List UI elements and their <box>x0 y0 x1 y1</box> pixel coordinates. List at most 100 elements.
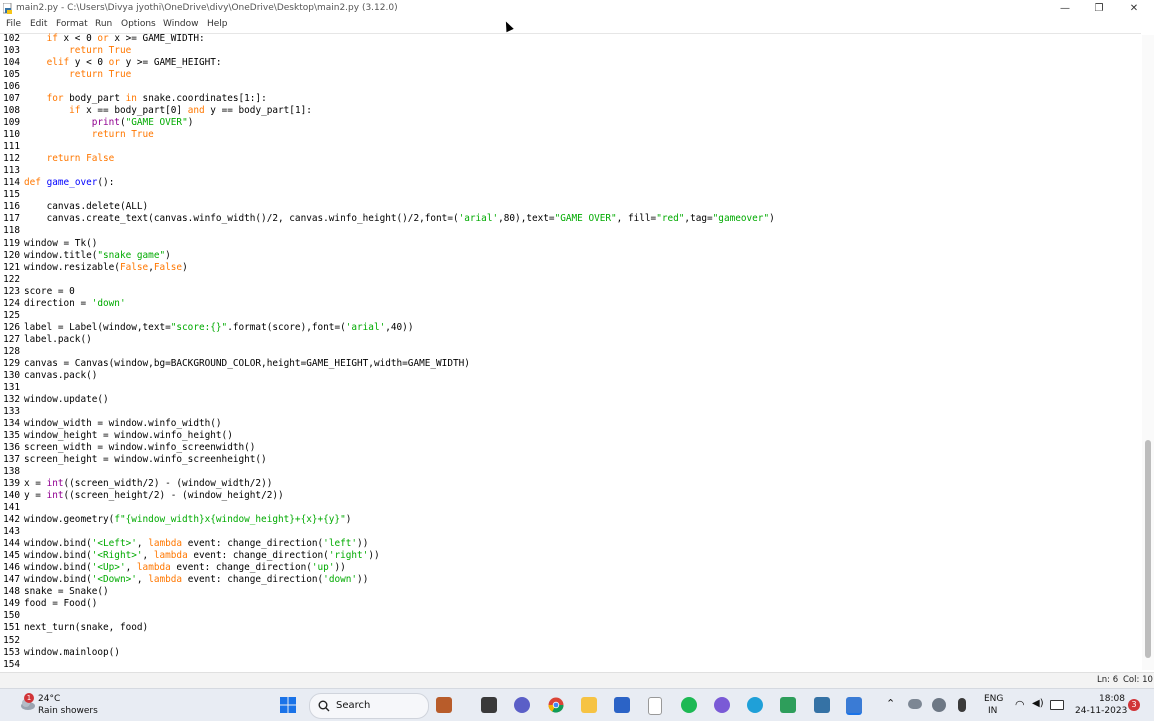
edge-icon[interactable] <box>747 697 763 713</box>
code-token: window.geometry( <box>24 514 115 526</box>
line-number: 145 <box>3 550 20 562</box>
code-token: return False <box>46 153 115 165</box>
language-code[interactable]: ENG <box>984 694 1003 704</box>
menu-options[interactable]: Options <box>121 19 156 29</box>
line-text: window_height = window.winfo_height() <box>24 430 233 442</box>
code-token: False <box>153 261 183 273</box>
code-token: canvas.delete(ALL) <box>24 201 149 213</box>
line-number: 112 <box>3 153 20 165</box>
line-text: window.mainloop() <box>24 647 120 659</box>
code-token: ) <box>345 514 352 526</box>
line-text: y = int((screen_height/2) - (window_heig… <box>24 490 284 502</box>
code-token: window.resizable( <box>24 261 120 273</box>
line-text: return True <box>24 129 154 141</box>
line-number: 153 <box>3 646 20 658</box>
clock-date[interactable]: 24-11-2023 <box>1075 706 1127 716</box>
wifi-icon[interactable]: ◠ <box>1015 698 1025 711</box>
weather-alert-badge: 1 <box>24 693 34 703</box>
play-store-icon[interactable] <box>780 697 796 713</box>
code-token: window.update() <box>24 393 109 405</box>
menu-help[interactable]: Help <box>207 19 228 29</box>
line-number: 130 <box>3 369 20 381</box>
windows-start-icon[interactable] <box>280 697 296 713</box>
code-token: window_width = window.winfo_width() <box>24 417 222 429</box>
code-token: direction = <box>24 297 92 309</box>
python-file-icon[interactable] <box>814 697 830 713</box>
line-text: for body_part in snake.coordinates[1:]: <box>24 93 267 105</box>
line-number: 144 <box>3 538 20 550</box>
onedrive-cloud-icon[interactable] <box>908 699 922 709</box>
code-token: "red" <box>656 213 685 225</box>
code-token: window.title( <box>24 249 98 261</box>
line-number: 116 <box>3 201 20 213</box>
code-token: snake.coordinates[1:]: <box>136 93 267 105</box>
code-token: x < 0 <box>57 33 98 44</box>
line-text: x = int((screen_width/2) - (window_width… <box>24 478 272 490</box>
weather-desc: Rain showers <box>38 706 98 716</box>
code-token: lambda <box>153 550 188 562</box>
document-icon[interactable] <box>648 697 662 715</box>
clock-time[interactable]: 18:08 <box>1099 694 1125 704</box>
python-idle-taskbar-icon[interactable] <box>846 697 862 715</box>
copilot-icon[interactable] <box>714 697 730 713</box>
menu-file[interactable]: File <box>6 19 21 29</box>
status-line: Ln: 6 <box>1097 675 1119 685</box>
code-token: "GAME OVER" <box>554 213 617 225</box>
chevron-up-icon[interactable]: ⌃ <box>886 697 895 710</box>
minimize-button[interactable]: — <box>1048 0 1082 17</box>
menu-format[interactable]: Format <box>56 19 88 29</box>
code-token: label = Label(window,text= <box>24 321 171 333</box>
microsoft-store-icon[interactable] <box>614 697 630 713</box>
code-token: (): <box>97 177 115 189</box>
teams-chat-icon[interactable] <box>514 697 530 713</box>
line-number: 119 <box>3 237 20 249</box>
code-token: int <box>46 490 64 502</box>
line-text: label.pack() <box>24 334 92 346</box>
weather-temp: 24°C <box>38 694 61 704</box>
line-number: 137 <box>3 454 20 466</box>
menu-window[interactable]: Window <box>163 19 199 29</box>
spotify-icon[interactable] <box>681 697 697 713</box>
line-text: return True <box>24 45 131 57</box>
windows-taskbar: 1 24°C Rain showers Search ⌃ ENG IN ◠ ◀)… <box>0 688 1154 721</box>
code-token: y = <box>24 490 47 502</box>
code-token: ((screen_width/2) - (window_width/2)) <box>63 478 273 490</box>
weather-widget[interactable]: 1 24°C Rain showers <box>20 691 130 719</box>
chrome-icon[interactable] <box>548 697 564 713</box>
line-text: canvas.delete(ALL) <box>24 201 149 213</box>
sync-icon[interactable] <box>932 698 946 712</box>
menu-bar: File Edit Format Run Options Window Help <box>0 17 1154 33</box>
line-number: 139 <box>3 478 20 490</box>
line-number: 148 <box>3 586 20 598</box>
line-number: 140 <box>3 490 20 502</box>
menu-run[interactable]: Run <box>95 19 112 29</box>
line-number: 133 <box>3 405 20 417</box>
line-text: elif y < 0 or y >= GAME_HEIGHT: <box>24 57 222 69</box>
line-number: 151 <box>3 622 20 634</box>
volume-icon[interactable]: ◀) <box>1032 698 1044 709</box>
line-text: if x == body_part[0] and y == body_part[… <box>24 105 312 117</box>
maximize-button[interactable]: ❐ <box>1082 0 1116 17</box>
language-region[interactable]: IN <box>988 706 997 716</box>
notification-badge[interactable]: 3 <box>1128 699 1140 711</box>
menu-edit[interactable]: Edit <box>30 19 47 29</box>
code-token: or <box>108 57 120 69</box>
code-editor[interactable]: 102 if x < 0 or x >= GAME_WIDTH: 103 retu… <box>0 33 1154 670</box>
taskbar-search[interactable]: Search <box>309 693 448 719</box>
file-explorer-icon[interactable] <box>581 697 597 713</box>
task-view-icon[interactable] <box>481 697 497 713</box>
line-text: window_width = window.winfo_width() <box>24 418 222 430</box>
line-text: window.bind('<Up>', lambda event: change… <box>24 562 346 574</box>
microphone-icon[interactable] <box>958 698 966 712</box>
code-token: , <box>142 550 154 562</box>
code-token: game_over <box>46 177 98 189</box>
code-token: print <box>91 117 120 129</box>
line-text: window.bind('<Left>', lambda event: chan… <box>24 538 368 550</box>
scrollbar-thumb[interactable] <box>1145 440 1151 658</box>
battery-icon[interactable] <box>1050 700 1064 710</box>
line-number: 125 <box>3 309 20 321</box>
close-button[interactable]: ✕ <box>1117 0 1151 17</box>
